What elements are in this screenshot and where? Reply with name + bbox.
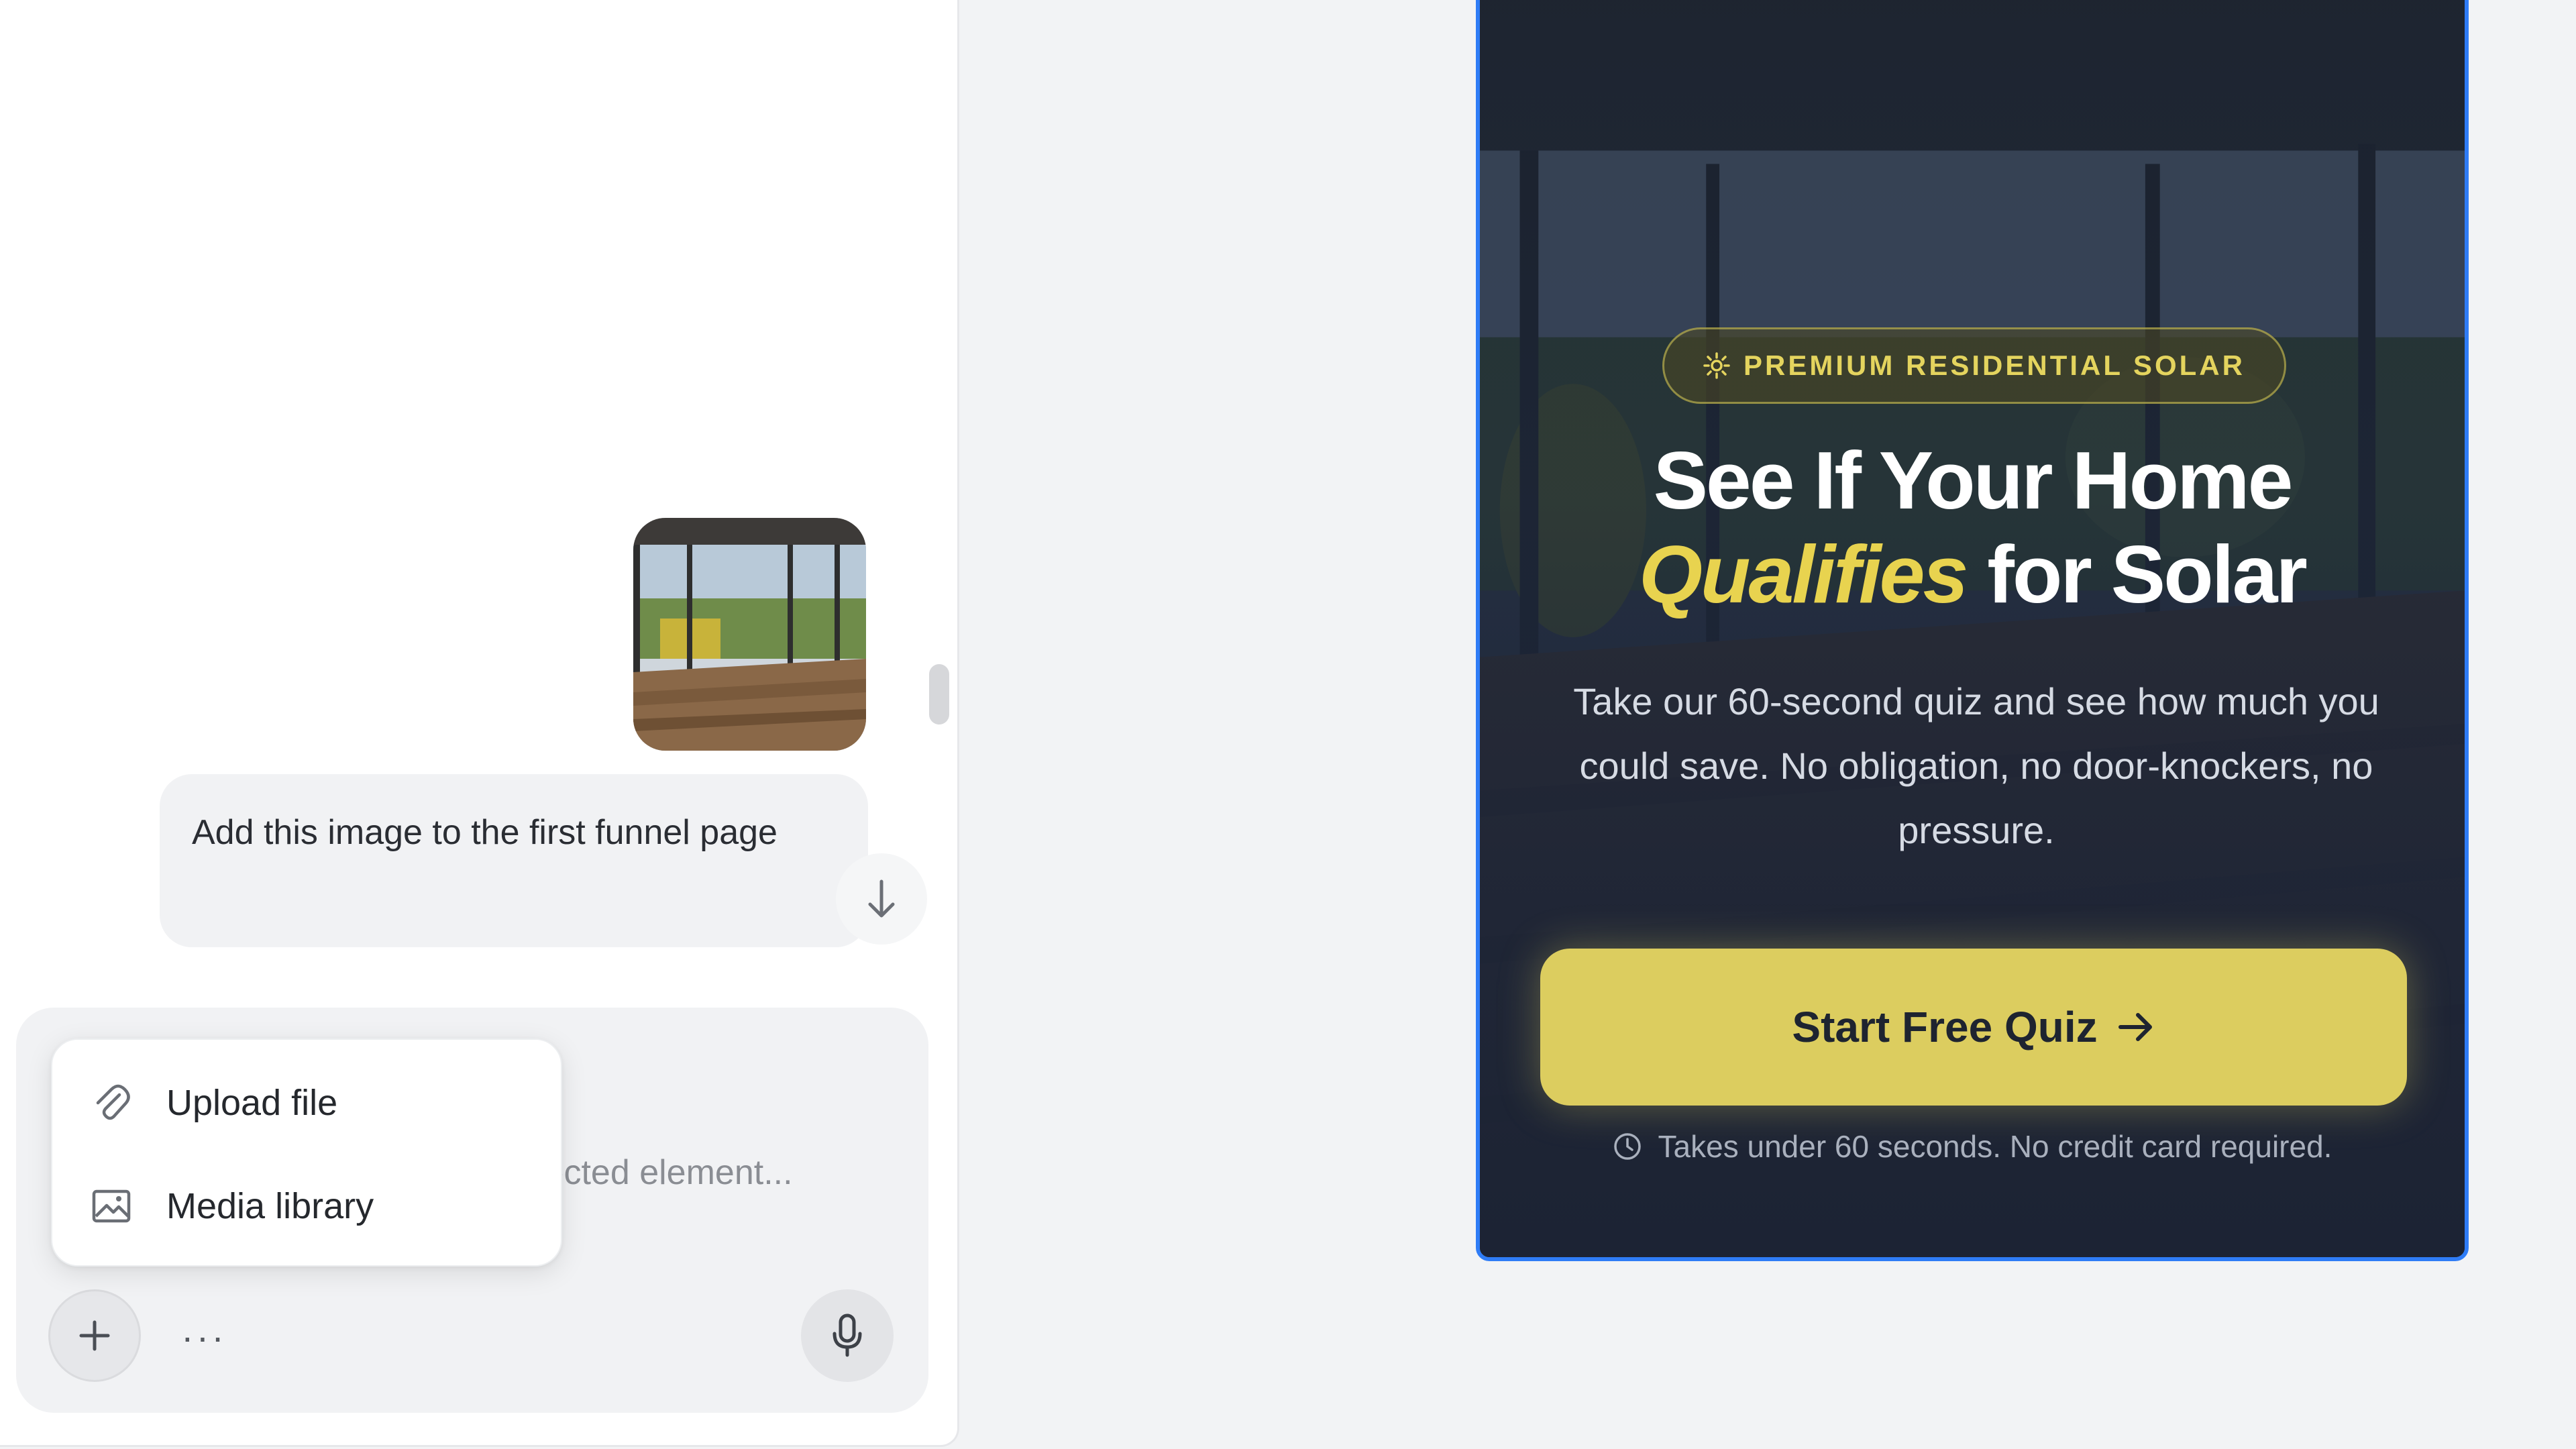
attach-menu: Upload file Media library [51, 1038, 562, 1267]
user-message-text: Add this image to the first funnel page [192, 813, 777, 852]
cta-label: Start Free Quiz [1792, 1003, 2098, 1051]
user-message-bubble: Add this image to the first funnel page [160, 774, 868, 947]
arrow-right-icon [2118, 1013, 2152, 1041]
image-icon [91, 1186, 131, 1226]
headline-line-1: See If Your Home [1653, 435, 2294, 526]
arrow-down-icon [868, 879, 895, 918]
sun-icon [1703, 352, 1730, 379]
start-quiz-button[interactable]: Start Free Quiz [1540, 949, 2407, 1106]
paperclip-icon [91, 1083, 131, 1123]
app-stage: Add this image to the first funnel page … [0, 0, 2576, 1449]
menu-item-label: Upload file [166, 1083, 338, 1123]
hero-subtext: Take our 60-second quiz and see how much… [1573, 680, 2379, 851]
menu-item-upload-file[interactable]: Upload file [91, 1069, 337, 1136]
headline-rest: for Solar [1987, 529, 2308, 620]
chat-scrollbar-thumb[interactable] [929, 664, 949, 724]
funnel-hero-section[interactable]: PREMIUM RESIDENTIAL SOLAR See If Your Ho… [1476, 0, 2469, 1261]
footnote-text: Takes under 60 seconds. No credit card r… [1658, 1129, 2332, 1164]
hero-headline: See If Your Home Qualifies for Solar [1480, 433, 2465, 621]
scroll-to-bottom-button[interactable] [836, 853, 927, 945]
headline-accent: Qualifies [1639, 529, 1968, 620]
hero-footnote: Takes under 60 seconds. No credit card r… [1480, 1128, 2465, 1165]
composer-placeholder: lected element... [537, 1153, 793, 1192]
microphone-icon [833, 1313, 862, 1357]
more-options-button[interactable]: ··· [181, 1315, 227, 1358]
attached-image-thumbnail[interactable] [633, 518, 866, 751]
menu-item-media-library[interactable]: Media library [91, 1173, 374, 1240]
plus-icon [79, 1320, 110, 1351]
clock-icon [1613, 1133, 1641, 1160]
add-attachment-button[interactable] [48, 1289, 141, 1382]
hero-badge-text: PREMIUM RESIDENTIAL SOLAR [1743, 350, 2245, 381]
menu-item-label: Media library [166, 1186, 374, 1226]
hero-badge: PREMIUM RESIDENTIAL SOLAR [1662, 327, 2286, 404]
voice-input-button[interactable] [801, 1289, 894, 1382]
